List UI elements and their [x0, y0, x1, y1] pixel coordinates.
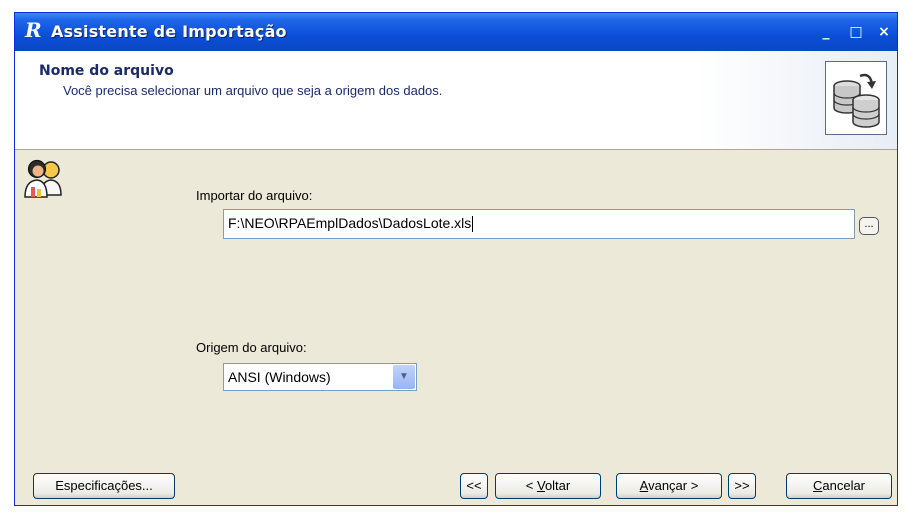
minimize-button[interactable]: _ [815, 21, 837, 43]
app-logo-icon: R [25, 18, 42, 42]
chevron-down-icon[interactable]: ▼ [393, 365, 415, 389]
maximize-button[interactable]: □ [845, 21, 867, 43]
people-icon [23, 157, 65, 204]
database-transfer-icon [825, 61, 887, 135]
step-title: Nome do arquivo [39, 63, 174, 79]
import-wizard-window: R Assistente de Importação _ □ × Nome do… [14, 12, 898, 506]
next-label: vançar > [648, 478, 699, 493]
origin-label: Origem do arquivo: [196, 340, 307, 355]
back-accesskey: V [536, 478, 545, 493]
last-step-button[interactable]: >> [728, 473, 756, 499]
specifications-button[interactable]: Especificações... [33, 473, 175, 499]
cancel-accesskey: C [812, 478, 823, 493]
step-description: Você precisa selecionar um arquivo que s… [63, 83, 443, 98]
back-button[interactable]: < Voltar [495, 473, 601, 499]
cancel-label: ancelar [822, 478, 866, 493]
browse-button[interactable]: ... [859, 217, 879, 235]
wizard-header: Nome do arquivo Você precisa selecionar … [15, 51, 897, 150]
first-step-button[interactable]: << [460, 473, 488, 499]
origin-selected-value: ANSI (Windows) [228, 369, 331, 385]
back-prefix: < [525, 478, 537, 493]
import-file-value: F:\NEO\RPAEmplDados\DadosLote.xls [228, 215, 472, 231]
back-label: oltar [544, 478, 571, 493]
close-button[interactable]: × [873, 21, 895, 43]
text-cursor [472, 216, 474, 233]
next-button[interactable]: Avançar > [616, 473, 722, 499]
next-accesskey: A [639, 478, 649, 493]
import-file-label: Importar do arquivo: [196, 188, 313, 203]
cancel-button[interactable]: Cancelar [786, 473, 892, 499]
title-bar[interactable]: R Assistente de Importação _ □ × [15, 13, 897, 51]
window-title: Assistente de Importação [51, 22, 287, 41]
origin-select[interactable]: ANSI (Windows) ▼ [223, 363, 417, 391]
import-file-input[interactable]: F:\NEO\RPAEmplDados\DadosLote.xls [223, 209, 855, 239]
